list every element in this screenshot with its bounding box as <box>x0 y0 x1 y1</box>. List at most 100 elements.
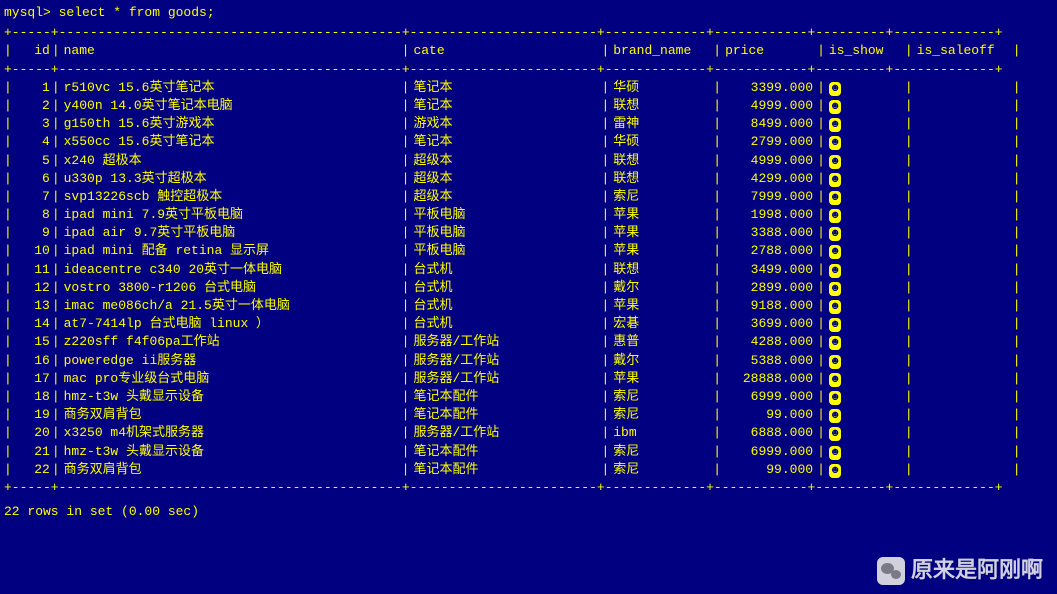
table-row: |22|商务双肩背包|笔记本配件|索尼|99.000|☻|| <box>4 461 1053 479</box>
cell-cate: 平板电脑 <box>409 206 601 224</box>
cell-brand: 惠普 <box>609 333 713 351</box>
cell-brand: 雷神 <box>609 115 713 133</box>
cell-off <box>913 188 1013 206</box>
cell-price: 3399.000 <box>721 79 817 97</box>
smiley-icon: ☻ <box>829 191 842 205</box>
cell-show: ☻ <box>825 370 905 388</box>
cell-cate: 平板电脑 <box>409 242 601 260</box>
table-row: |16|poweredge ii服务器|服务器/工作站|戴尔|5388.000|… <box>4 352 1053 370</box>
cell-brand: 联想 <box>609 97 713 115</box>
cell-show: ☻ <box>825 115 905 133</box>
cell-show: ☻ <box>825 242 905 260</box>
smiley-icon: ☻ <box>829 464 842 478</box>
cell-id: 20 <box>12 424 52 442</box>
cell-off <box>913 279 1013 297</box>
cell-show: ☻ <box>825 352 905 370</box>
cell-name: ipad mini 配备 retina 显示屏 <box>60 242 402 260</box>
cell-name: hmz-t3w 头戴显示设备 <box>60 388 402 406</box>
cell-name: imac me086ch/a 21.5英寸一体电脑 <box>60 297 402 315</box>
cell-price: 2799.000 <box>721 133 817 151</box>
cell-off <box>913 297 1013 315</box>
cell-off <box>913 261 1013 279</box>
cell-price: 4299.000 <box>721 170 817 188</box>
cell-price: 1998.000 <box>721 206 817 224</box>
smiley-icon: ☻ <box>829 391 842 405</box>
cell-show: ☻ <box>825 388 905 406</box>
cell-off <box>913 242 1013 260</box>
cell-show: ☻ <box>825 133 905 151</box>
cell-off <box>913 133 1013 151</box>
smiley-icon: ☻ <box>829 300 842 314</box>
table-row: |13|imac me086ch/a 21.5英寸一体电脑|台式机|苹果|918… <box>4 297 1053 315</box>
cell-price: 4999.000 <box>721 152 817 170</box>
cell-id: 1 <box>12 79 52 97</box>
smiley-icon: ☻ <box>829 136 842 150</box>
cell-show: ☻ <box>825 424 905 442</box>
cell-id: 9 <box>12 224 52 242</box>
table-row: |1|r510vc 15.6英寸笔记本|笔记本|华硕|3399.000|☻|| <box>4 79 1053 97</box>
cell-show: ☻ <box>825 261 905 279</box>
cell-price: 3699.000 <box>721 315 817 333</box>
col-brand: brand_name <box>609 42 713 60</box>
smiley-icon: ☻ <box>829 318 842 332</box>
cell-price: 4288.000 <box>721 333 817 351</box>
table-border-bot: +-----+---------------------------------… <box>4 479 1053 497</box>
cell-price: 9188.000 <box>721 297 817 315</box>
table-row: |8|ipad mini 7.9英寸平板电脑|平板电脑|苹果|1998.000|… <box>4 206 1053 224</box>
cell-id: 18 <box>12 388 52 406</box>
watermark: 原来是阿刚啊 <box>877 555 1043 586</box>
table-row: |6|u330p 13.3英寸超极本|超级本|联想|4299.000|☻|| <box>4 170 1053 188</box>
cell-brand: 苹果 <box>609 370 713 388</box>
cell-brand: 苹果 <box>609 206 713 224</box>
smiley-icon: ☻ <box>829 82 842 96</box>
cell-off <box>913 224 1013 242</box>
cell-show: ☻ <box>825 224 905 242</box>
cell-brand: 戴尔 <box>609 279 713 297</box>
cell-cate: 服务器/工作站 <box>409 370 601 388</box>
cell-brand: 戴尔 <box>609 352 713 370</box>
cell-cate: 笔记本 <box>409 97 601 115</box>
cell-price: 3499.000 <box>721 261 817 279</box>
cell-id: 11 <box>12 261 52 279</box>
col-price: price <box>721 42 817 60</box>
table-row: |14|at7-7414lp 台式电脑 linux ）|台式机|宏碁|3699.… <box>4 315 1053 333</box>
cell-id: 22 <box>12 461 52 479</box>
smiley-icon: ☻ <box>829 355 842 369</box>
cell-price: 6888.000 <box>721 424 817 442</box>
cell-cate: 服务器/工作站 <box>409 352 601 370</box>
cell-cate: 台式机 <box>409 261 601 279</box>
cell-cate: 笔记本配件 <box>409 406 601 424</box>
table-row: |17|mac pro专业级台式电脑|服务器/工作站|苹果|28888.000|… <box>4 370 1053 388</box>
cell-id: 13 <box>12 297 52 315</box>
watermark-text: 原来是阿刚啊 <box>911 555 1043 586</box>
smiley-icon: ☻ <box>829 427 842 441</box>
cell-off <box>913 206 1013 224</box>
cell-off <box>913 315 1013 333</box>
cell-name: x3250 m4机架式服务器 <box>60 424 402 442</box>
cell-brand: 华硕 <box>609 79 713 97</box>
cell-off <box>913 97 1013 115</box>
cell-cate: 笔记本配件 <box>409 443 601 461</box>
cell-name: poweredge ii服务器 <box>60 352 402 370</box>
cell-id: 19 <box>12 406 52 424</box>
wechat-icon <box>877 557 905 585</box>
cell-cate: 服务器/工作站 <box>409 424 601 442</box>
cell-show: ☻ <box>825 333 905 351</box>
table-row: |19|商务双肩背包|笔记本配件|索尼|99.000|☻|| <box>4 406 1053 424</box>
cell-id: 3 <box>12 115 52 133</box>
cell-brand: 宏碁 <box>609 315 713 333</box>
smiley-icon: ☻ <box>829 100 842 114</box>
cell-brand: 联想 <box>609 261 713 279</box>
cell-id: 8 <box>12 206 52 224</box>
cell-id: 12 <box>12 279 52 297</box>
cell-cate: 台式机 <box>409 315 601 333</box>
smiley-icon: ☻ <box>829 336 842 350</box>
table-row: |15|z220sff f4f06pa工作站|服务器/工作站|惠普|4288.0… <box>4 333 1053 351</box>
table-row: |18|hmz-t3w 头戴显示设备|笔记本配件|索尼|6999.000|☻|| <box>4 388 1053 406</box>
cell-show: ☻ <box>825 152 905 170</box>
mysql-prompt: mysql> select * from goods; <box>4 4 1053 22</box>
cell-name: u330p 13.3英寸超极本 <box>60 170 402 188</box>
smiley-icon: ☻ <box>829 118 842 132</box>
cell-brand: 索尼 <box>609 461 713 479</box>
cell-name: 商务双肩背包 <box>60 406 402 424</box>
